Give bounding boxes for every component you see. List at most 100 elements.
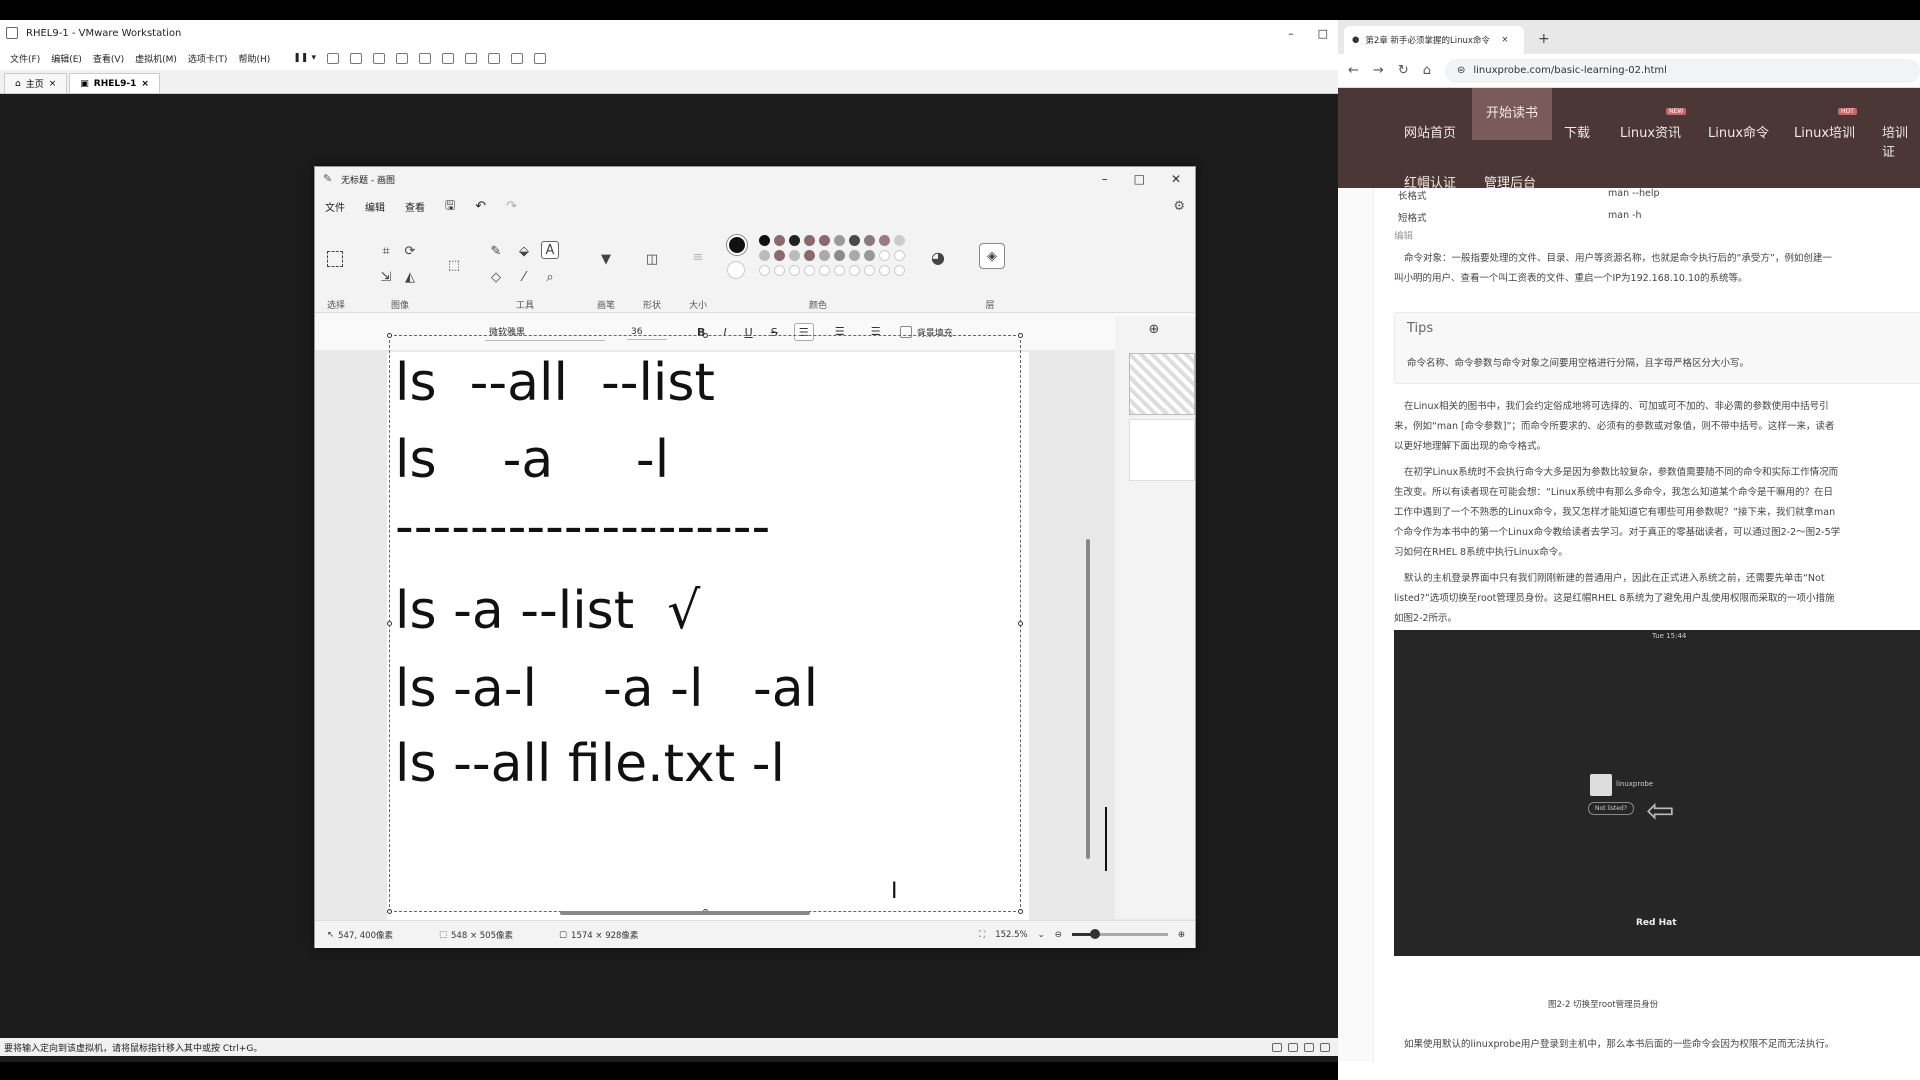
color-swatch[interactable] xyxy=(819,250,830,261)
horizontal-scrollbar[interactable] xyxy=(560,911,810,915)
resize-handle[interactable] xyxy=(703,333,708,338)
color-swatch[interactable] xyxy=(804,265,815,276)
paint-titlebar[interactable]: ✎ 无标题 - 画图 – □ ✕ xyxy=(315,167,1195,191)
shapes-icon[interactable]: ◫ xyxy=(643,251,661,269)
nav-download[interactable]: 下载 xyxy=(1564,122,1590,141)
primary-color-swatch[interactable] xyxy=(727,235,747,255)
network-icon[interactable] xyxy=(1288,1042,1298,1052)
forward-icon[interactable]: → xyxy=(1373,63,1384,78)
snapshot-manager-icon[interactable] xyxy=(395,52,408,64)
secondary-color-swatch[interactable] xyxy=(727,261,745,279)
add-layer-icon[interactable]: ⊕ xyxy=(1145,321,1163,339)
color-swatch[interactable] xyxy=(759,235,770,246)
color-swatch[interactable] xyxy=(879,250,890,261)
revert-snapshot-icon[interactable] xyxy=(372,52,385,64)
color-swatch[interactable] xyxy=(894,265,905,276)
url-field[interactable]: ⊜ linuxprobe.com/basic-learning-02.html xyxy=(1444,58,1920,83)
site-info-icon[interactable]: ⊜ xyxy=(1457,65,1465,76)
vmware-titlebar[interactable]: RHEL9-1 - VMware Workstation – □ xyxy=(0,20,1338,46)
color-swatch[interactable] xyxy=(849,235,860,246)
nav-linux-news[interactable]: Linux资讯 xyxy=(1620,122,1681,141)
resize-handle[interactable] xyxy=(1018,333,1023,338)
zoom-dropdown-icon[interactable]: ⌄ xyxy=(1038,930,1045,940)
color-swatch[interactable] xyxy=(759,250,770,261)
browser-tab[interactable]: ● 第2章 新手必须掌握的Linux命令 × xyxy=(1344,26,1524,54)
nav-start-reading[interactable]: 开始读书 xyxy=(1472,88,1553,140)
menu-file[interactable]: 文件(F) xyxy=(10,52,40,65)
menu-edit[interactable]: 编辑 xyxy=(365,199,385,214)
redo-icon[interactable]: ↷ xyxy=(506,199,517,214)
pause-icon[interactable]: ❚❚ ▾ xyxy=(293,53,316,63)
color-swatch[interactable] xyxy=(819,265,830,276)
color-swatch[interactable] xyxy=(759,265,770,276)
fit-to-window-icon[interactable]: ⛶ xyxy=(979,930,985,940)
thumbnail-icon[interactable] xyxy=(441,52,454,64)
select-icon[interactable] xyxy=(327,251,343,267)
color-swatch[interactable] xyxy=(774,235,785,246)
color-swatch[interactable] xyxy=(789,265,800,276)
minimize-icon[interactable]: – xyxy=(1288,27,1294,40)
color-swatch[interactable] xyxy=(804,235,815,246)
edit-link[interactable]: 编辑 xyxy=(1394,228,1413,242)
color-swatch[interactable] xyxy=(864,235,875,246)
settings-gear-icon[interactable]: ⚙ xyxy=(1173,199,1185,214)
zoom-level[interactable]: 152.5% xyxy=(995,930,1027,940)
color-picker-icon[interactable]: ⁄ xyxy=(515,269,533,287)
flip-icon[interactable]: ◭ xyxy=(401,269,419,287)
new-tab-icon[interactable]: + xyxy=(1538,31,1550,47)
minimize-icon[interactable]: – xyxy=(1102,172,1108,186)
color-swatch[interactable] xyxy=(864,250,875,261)
tab-rhel9[interactable]: ▣ RHEL9-1 × xyxy=(69,73,160,93)
close-icon[interactable]: × xyxy=(141,79,149,89)
color-swatch[interactable] xyxy=(819,235,830,246)
close-icon[interactable]: ✕ xyxy=(1171,172,1181,186)
eraser-icon[interactable]: ◇ xyxy=(487,269,505,287)
layer-thumbnail[interactable] xyxy=(1129,353,1195,415)
vertical-scrollbar[interactable] xyxy=(1086,539,1090,859)
pencil-icon[interactable]: ✎ xyxy=(487,243,505,261)
color-swatch[interactable] xyxy=(879,265,890,276)
menu-view[interactable]: 查看 xyxy=(405,199,425,214)
crop-icon[interactable]: ⌗ xyxy=(377,243,395,261)
text-icon[interactable]: A xyxy=(541,241,559,259)
resize-handle[interactable] xyxy=(1018,909,1023,914)
reload-icon[interactable]: ↻ xyxy=(1398,63,1409,78)
fill-icon[interactable]: ⬙ xyxy=(515,243,533,261)
color-swatch[interactable] xyxy=(849,250,860,261)
magnifier-icon[interactable]: ⌕ xyxy=(541,269,559,287)
resize-icon[interactable]: ⇲ xyxy=(377,269,395,287)
color-swatch[interactable] xyxy=(774,250,785,261)
fullscreen-icon[interactable] xyxy=(464,52,477,64)
color-swatch[interactable] xyxy=(789,235,800,246)
color-swatch[interactable] xyxy=(834,235,845,246)
nav-home[interactable]: 网站首页 xyxy=(1404,122,1456,141)
menu-file[interactable]: 文件 xyxy=(325,199,345,214)
menu-help[interactable]: 帮助(H) xyxy=(238,52,270,65)
rotate-icon[interactable]: ⟳ xyxy=(401,243,419,261)
size-icon[interactable]: ≡ xyxy=(689,249,707,267)
zoom-slider[interactable] xyxy=(1071,929,1168,939)
tab-home[interactable]: ⌂ 主页 × xyxy=(4,73,68,93)
maximize-icon[interactable]: □ xyxy=(1318,27,1328,40)
back-icon[interactable]: ← xyxy=(1348,63,1359,78)
nav-cert-training[interactable]: 培训证 xyxy=(1882,122,1920,160)
snapshot-icon[interactable] xyxy=(349,52,362,64)
image-creator-icon[interactable]: ⬚ xyxy=(445,257,463,275)
resize-handle[interactable] xyxy=(1018,621,1023,626)
hdd-icon[interactable] xyxy=(1272,1042,1282,1052)
color-swatch[interactable] xyxy=(774,265,785,276)
color-swatch[interactable] xyxy=(849,265,860,276)
stretch-icon[interactable] xyxy=(533,52,546,64)
home-icon[interactable]: ⌂ xyxy=(1423,63,1431,78)
undo-icon[interactable]: ↶ xyxy=(475,199,486,214)
edit-colors-icon[interactable]: ◕ xyxy=(929,249,947,267)
layer-thumbnail[interactable] xyxy=(1129,419,1195,481)
color-swatch[interactable] xyxy=(864,265,875,276)
close-icon[interactable]: × xyxy=(49,79,57,89)
color-swatch[interactable] xyxy=(894,250,905,261)
console-icon[interactable] xyxy=(510,52,523,64)
color-swatch[interactable] xyxy=(789,250,800,261)
menu-view[interactable]: 查看(V) xyxy=(93,52,124,65)
color-swatch[interactable] xyxy=(834,265,845,276)
send-ctrl-alt-del-icon[interactable] xyxy=(326,52,339,64)
